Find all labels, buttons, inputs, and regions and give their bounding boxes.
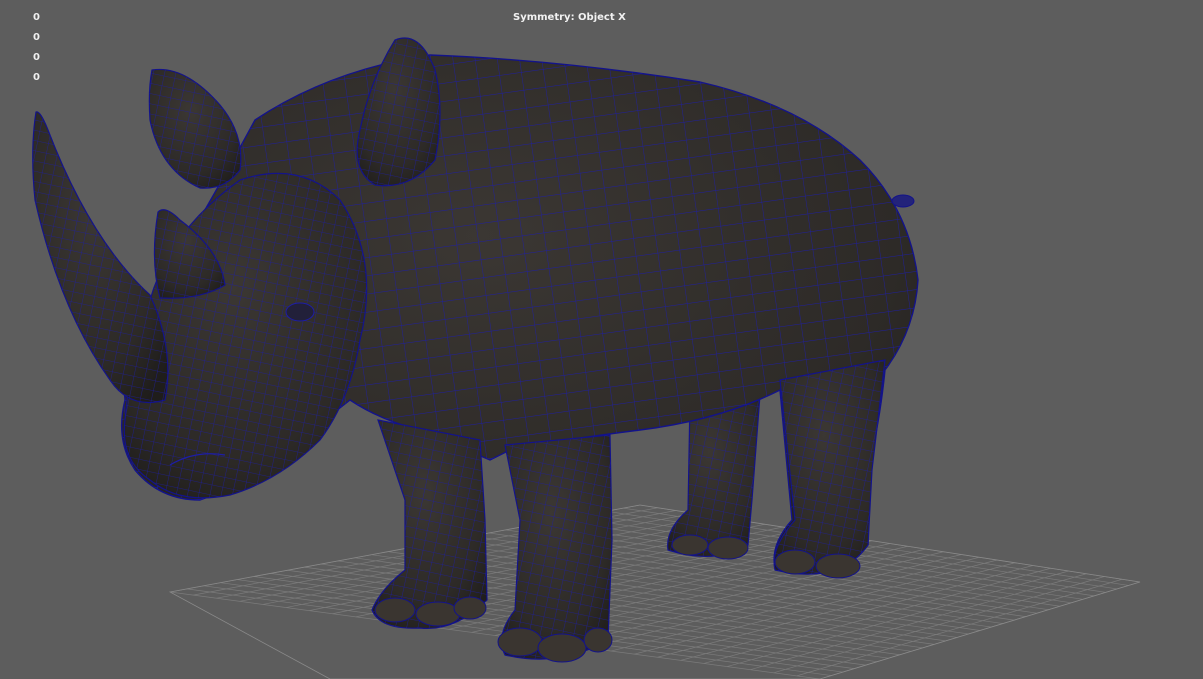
hud-stat-value: 0 bbox=[33, 32, 40, 43]
rhino-mesh[interactable] bbox=[32, 37, 919, 663]
symmetry-status-label: Symmetry: Object X bbox=[513, 12, 626, 23]
hud-stat-value: 0 bbox=[33, 72, 40, 83]
rhino-tail[interactable] bbox=[891, 194, 915, 208]
hud-stat-value: 0 bbox=[33, 12, 40, 23]
hud-stat-value: 0 bbox=[33, 52, 40, 63]
rhino-eye bbox=[285, 302, 315, 322]
3d-viewport[interactable]: 0 0 0 0 Symmetry: Object X bbox=[0, 0, 1203, 679]
ground-grid bbox=[170, 505, 1140, 679]
scene-canvas[interactable] bbox=[0, 0, 1203, 679]
